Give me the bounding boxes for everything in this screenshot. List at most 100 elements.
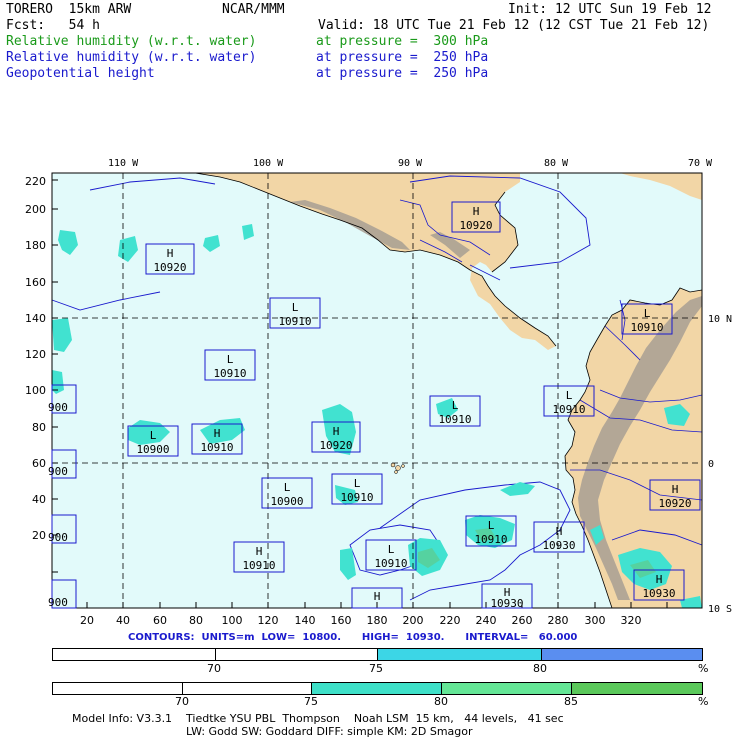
y-tick-label: 20 xyxy=(32,529,46,542)
svg-text:L: L xyxy=(284,481,291,494)
x-tick-label: 280 xyxy=(548,614,569,627)
x-tick-label: 60 xyxy=(153,614,167,627)
legend1-label-80: 80 xyxy=(533,662,547,675)
svg-text:10930: 10930 xyxy=(490,597,523,610)
x-tick-label: 200 xyxy=(403,614,424,627)
svg-text:10900: 10900 xyxy=(270,495,303,508)
svg-text:900: 900 xyxy=(48,465,68,478)
svg-text:10920: 10920 xyxy=(319,439,352,452)
x-tick-label: 40 xyxy=(116,614,130,627)
lat-label-0: 0 xyxy=(708,459,714,470)
svg-text:H: H xyxy=(672,483,679,496)
y-tick-label: 220 xyxy=(25,175,46,188)
svg-text:L: L xyxy=(227,353,234,366)
legend-segment xyxy=(541,649,702,660)
svg-text:H: H xyxy=(167,247,174,260)
y-tick-label: 40 xyxy=(32,493,46,506)
x-tick-label: 160 xyxy=(331,614,352,627)
legend2-label-percent: % xyxy=(698,695,709,708)
svg-text:10910: 10910 xyxy=(474,533,507,546)
x-tick-label: 300 xyxy=(585,614,606,627)
y-tick-label: 100 xyxy=(25,384,46,397)
svg-text:10910: 10910 xyxy=(374,557,407,570)
svg-text:10910: 10910 xyxy=(278,315,311,328)
x-tick-label: 220 xyxy=(440,614,461,627)
model-info-line1: Model Info: V3.3.1 Tiedtke YSU PBL Thomp… xyxy=(72,712,564,725)
field-2-level: at pressure = 250 hPa xyxy=(316,50,489,65)
svg-text:10920: 10920 xyxy=(658,497,691,510)
field-2-name: Relative humidity (w.r.t. water) xyxy=(6,50,257,65)
forecast-hour: Fcst: 54 h xyxy=(6,18,100,33)
y-tick-label: 180 xyxy=(25,239,46,252)
svg-text:H: H xyxy=(556,525,563,538)
y-tick-label: 200 xyxy=(25,203,46,216)
lon-label-80w: 80 W xyxy=(544,158,569,169)
svg-text:10920: 10920 xyxy=(153,261,186,274)
y-tick-label: 80 xyxy=(32,421,46,434)
svg-text:10930: 10930 xyxy=(642,587,675,600)
svg-text:H: H xyxy=(656,573,663,586)
field-3-name: Geopotential height xyxy=(6,66,155,81)
legend2-label-75: 75 xyxy=(304,695,318,708)
svg-text:L: L xyxy=(354,477,361,490)
org-label: NCAR/MMM xyxy=(222,2,285,17)
svg-text:900: 900 xyxy=(48,401,68,414)
svg-text:H: H xyxy=(214,427,221,440)
svg-text:900: 900 xyxy=(48,531,68,544)
x-tick-label: 180 xyxy=(367,614,388,627)
y-tick-label: 120 xyxy=(25,348,46,361)
svg-text:H: H xyxy=(256,545,263,558)
x-tick-label: 80 xyxy=(189,614,203,627)
legend2-label-85: 85 xyxy=(564,695,578,708)
legend1-label-70: 70 xyxy=(207,662,221,675)
svg-text:10910: 10910 xyxy=(630,321,663,334)
weather-map: 110 W 100 W 90 W 80 W 70 W 20 40 60 80 1… xyxy=(25,158,732,627)
svg-text:L: L xyxy=(388,543,395,556)
svg-text:L: L xyxy=(644,307,651,320)
svg-text:10930: 10930 xyxy=(542,539,575,552)
svg-text:L: L xyxy=(488,519,495,532)
legend-segment xyxy=(571,683,702,694)
svg-text:10910: 10910 xyxy=(213,367,246,380)
legend2-label-70: 70 xyxy=(175,695,189,708)
legend1-label-percent: % xyxy=(698,662,709,675)
x-tick-label: 320 xyxy=(621,614,642,627)
svg-text:H: H xyxy=(333,425,340,438)
svg-text:L: L xyxy=(292,301,299,314)
field-1-level: at pressure = 300 hPa xyxy=(316,34,489,49)
legend-segment xyxy=(311,683,441,694)
legend-segment xyxy=(441,683,571,694)
x-tick-label: 140 xyxy=(295,614,316,627)
x-tick-label: 100 xyxy=(222,614,243,627)
svg-text:10910: 10910 xyxy=(242,559,275,572)
y-tick-label: 160 xyxy=(25,276,46,289)
legend-segment xyxy=(377,649,541,660)
svg-text:900: 900 xyxy=(48,596,68,609)
contours-info: CONTOURS: UNITS=m LOW= 10800. HIGH= 1093… xyxy=(128,632,578,643)
model-title: TORERO 15km ARW xyxy=(6,2,132,17)
svg-text:10910: 10910 xyxy=(340,491,373,504)
lon-label-90w: 90 W xyxy=(398,158,423,169)
svg-text:10910: 10910 xyxy=(200,441,233,454)
svg-text:L: L xyxy=(566,389,573,402)
field-1-name: Relative humidity (w.r.t. water) xyxy=(6,34,257,49)
init-time: Init: 12 UTC Sun 19 Feb 12 xyxy=(508,2,712,17)
svg-text:H: H xyxy=(473,205,480,218)
legend2-label-80: 80 xyxy=(434,695,448,708)
x-tick-label: 260 xyxy=(512,614,533,627)
y-tick-label: 60 xyxy=(32,457,46,470)
legend-bar-300hpa xyxy=(52,682,703,695)
lat-label-10s: 10 S xyxy=(708,604,732,615)
svg-text:10910: 10910 xyxy=(552,403,585,416)
valid-time: Valid: 18 UTC Tue 21 Feb 12 (12 CST Tue … xyxy=(318,18,710,33)
svg-text:L: L xyxy=(452,399,459,412)
x-tick-label: 240 xyxy=(476,614,497,627)
y-tick-label: 140 xyxy=(25,312,46,325)
svg-text:10920: 10920 xyxy=(459,219,492,232)
model-info-line2: LW: Godd SW: Goddard DIFF: simple KM: 2D… xyxy=(186,725,473,738)
x-tick-label: 20 xyxy=(80,614,94,627)
svg-text:10910: 10910 xyxy=(438,413,471,426)
svg-text:L: L xyxy=(150,429,157,442)
field-3-level: at pressure = 250 hPa xyxy=(316,66,489,81)
lon-label-70w: 70 W xyxy=(688,158,713,169)
